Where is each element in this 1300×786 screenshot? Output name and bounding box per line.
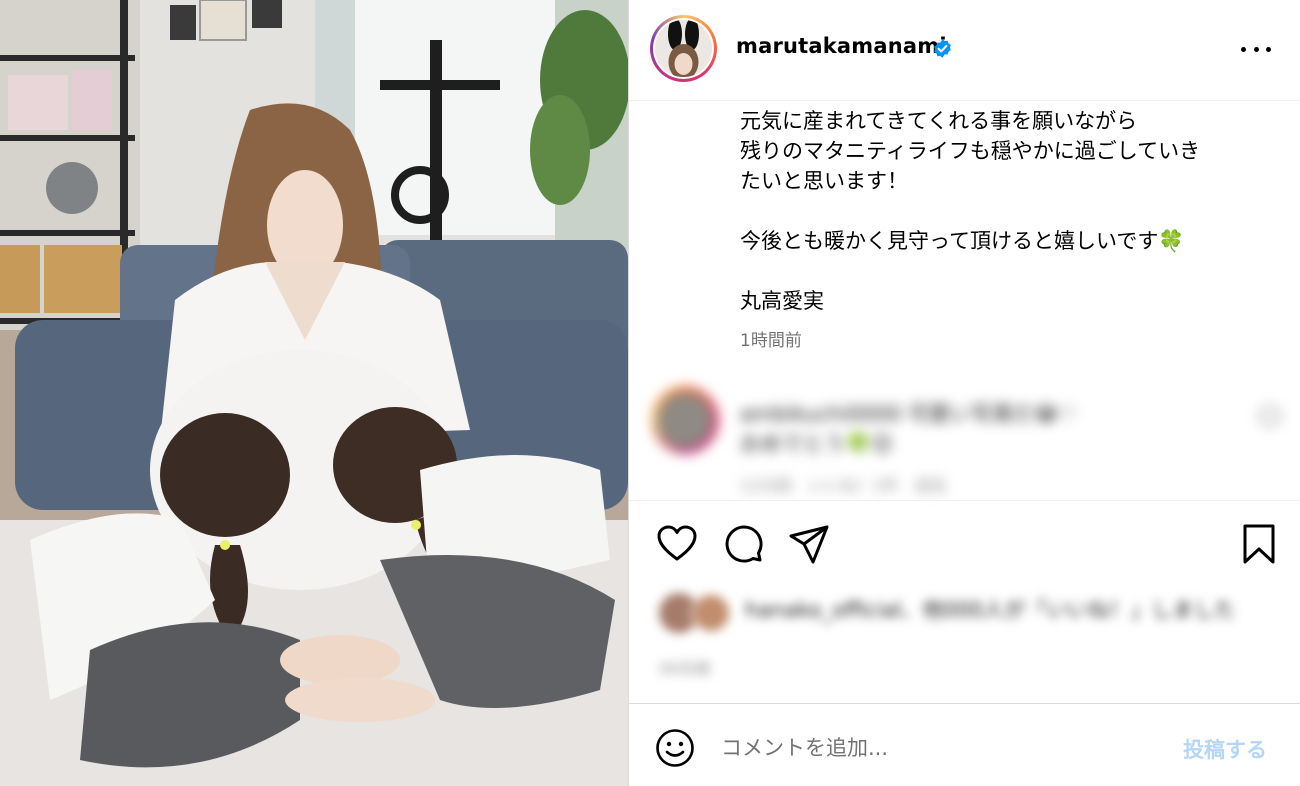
- share-icon: [789, 525, 829, 564]
- post-date: 00日前: [659, 659, 712, 678]
- comment-text-continued: おめでとう🍀😊: [740, 432, 894, 456]
- save-button[interactable]: [1237, 522, 1281, 566]
- caption-line: 残りのマタニティライフも穏やかに過ごしていき: [740, 139, 1201, 163]
- caption-signature: 丸高愛実: [740, 289, 824, 313]
- divider: [629, 500, 1300, 501]
- instagram-post-modal: marutakamanami 元気に産まれてきてくれる事を願いながら 残りのマタ…: [0, 0, 1300, 786]
- more-options-button[interactable]: [1241, 38, 1271, 60]
- comment-button[interactable]: [722, 522, 766, 566]
- comment-text: ambikuchi0000 可愛い写真だ😂♡: [740, 402, 1078, 426]
- post-comment-button[interactable]: 投稿する: [1183, 734, 1267, 764]
- share-button[interactable]: [787, 522, 831, 566]
- comment-icon: [725, 525, 763, 563]
- clover-emoji: 🍀: [1158, 229, 1185, 253]
- like-button[interactable]: [655, 522, 699, 566]
- avatar-image: [655, 20, 712, 77]
- caption-line: 今後とも暖かく見守って頂けると嬉しいです🍀: [740, 229, 1185, 253]
- caption-line: 元気に産まれてきてくれる事を願いながら: [740, 109, 1138, 133]
- more-icon: [1241, 46, 1246, 52]
- post-timestamp[interactable]: 1時間前: [740, 326, 802, 351]
- blurred-comment[interactable]: ambikuchi0000 可愛い写真だ😂♡ おめでとう🍀😊 12分前 いいね！…: [629, 380, 1300, 498]
- username[interactable]: marutakamanami: [736, 34, 947, 58]
- photo-illustration: [0, 0, 628, 786]
- avatar-story-ring[interactable]: [650, 15, 717, 82]
- post-caption: 元気に産まれてきてくれる事を願いながら 残りのマタニティライフも穏やかに過ごして…: [740, 106, 1280, 316]
- comment-like-icon[interactable]: [1259, 406, 1281, 426]
- post-side-panel: marutakamanami 元気に産まれてきてくれる事を願いながら 残りのマタ…: [628, 0, 1300, 786]
- heart-icon: [657, 525, 697, 561]
- post-photo[interactable]: [0, 0, 628, 786]
- post-header: marutakamanami: [629, 0, 1300, 101]
- liker-avatar: [691, 593, 731, 633]
- liked-by-text: hanako_official、他000人が「いいね！」しました: [745, 598, 1236, 622]
- bookmark-icon: [1243, 524, 1275, 564]
- add-comment-bar: 投稿する: [629, 703, 1300, 786]
- commenter-avatar: [651, 386, 719, 454]
- verified-icon: [934, 39, 951, 58]
- liked-by-section[interactable]: hanako_official、他000人が「いいね！」しました 00日前: [629, 585, 1300, 685]
- comment-meta: 12分前 いいね！1件 返信: [740, 476, 947, 495]
- emoji-icon[interactable]: [655, 728, 695, 768]
- caption-line: たいと思います！: [740, 169, 908, 193]
- avatar: [655, 20, 712, 77]
- comment-input[interactable]: [721, 728, 1151, 768]
